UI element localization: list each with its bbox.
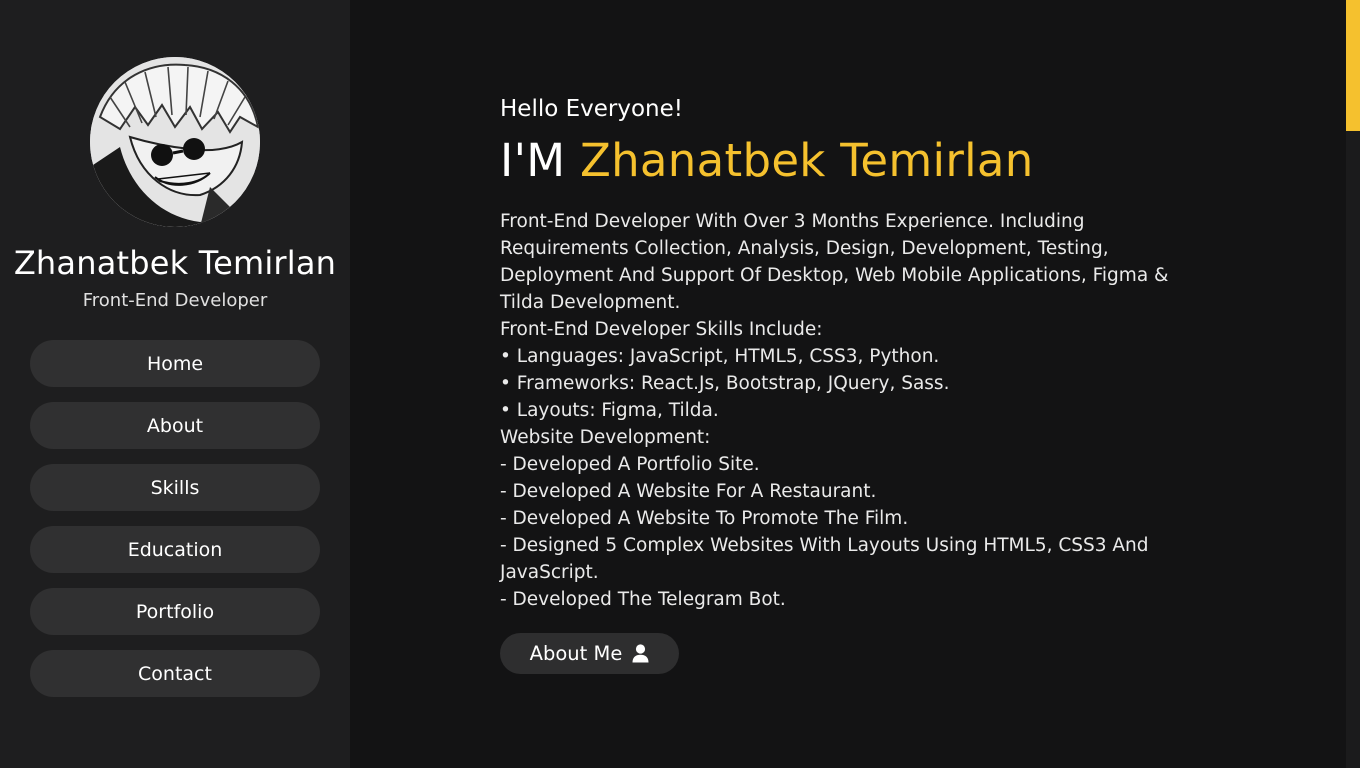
bio-line: Front-End Developer Skills Include:: [500, 319, 823, 340]
nav-item-contact[interactable]: Contact: [30, 650, 320, 697]
headline-prefix: I'M: [500, 134, 566, 187]
bio-line: - Developed A Portfolio Site.: [500, 454, 760, 475]
bio-line: - Developed The Telegram Bot.: [500, 589, 786, 610]
bio-line: • Languages: JavaScript, HTML5, CSS3, Py…: [500, 346, 940, 367]
profile-name: Zhanatbek Temirlan: [13, 244, 337, 282]
bio-line: Front-End Developer With Over 3 Months E…: [500, 211, 1169, 313]
nav-item-portfolio[interactable]: Portfolio: [30, 588, 320, 635]
main-content: Hello Everyone! I'M Zhanatbek Temirlan F…: [350, 0, 1346, 768]
headline: I'M Zhanatbek Temirlan: [500, 134, 1034, 187]
scrollbar-thumb[interactable]: [1346, 0, 1360, 131]
user-icon: [632, 644, 649, 663]
profile-role: Front-End Developer: [82, 290, 268, 311]
nav-item-education[interactable]: Education: [30, 526, 320, 573]
bio-line: - Developed A Website To Promote The Fil…: [500, 508, 909, 529]
about-me-button[interactable]: About Me: [500, 633, 679, 674]
bio-line: • Frameworks: React.Js, Bootstrap, JQuer…: [500, 373, 950, 394]
about-me-label: About Me: [529, 642, 623, 665]
page-scrollbar[interactable]: [1346, 0, 1360, 768]
profile-photo-icon: [90, 57, 260, 227]
bio-line: - Developed A Website For A Restaurant.: [500, 481, 877, 502]
headline-name: Zhanatbek Temirlan: [579, 134, 1034, 187]
nav-item-home[interactable]: Home: [30, 340, 320, 387]
sidebar: Zhanatbek Temirlan Front-End Developer H…: [0, 0, 350, 768]
bio-line: - Designed 5 Complex Websites With Layou…: [500, 535, 1149, 583]
nav-item-skills[interactable]: Skills: [30, 464, 320, 511]
nav-item-about[interactable]: About: [30, 402, 320, 449]
bio-text: Front-End Developer With Over 3 Months E…: [500, 208, 1180, 613]
bio-line: • Layouts: Figma, Tilda.: [500, 400, 719, 421]
profile-avatar: [90, 57, 260, 227]
greeting-text: Hello Everyone!: [500, 96, 683, 122]
bio-line: Website Development:: [500, 427, 711, 448]
